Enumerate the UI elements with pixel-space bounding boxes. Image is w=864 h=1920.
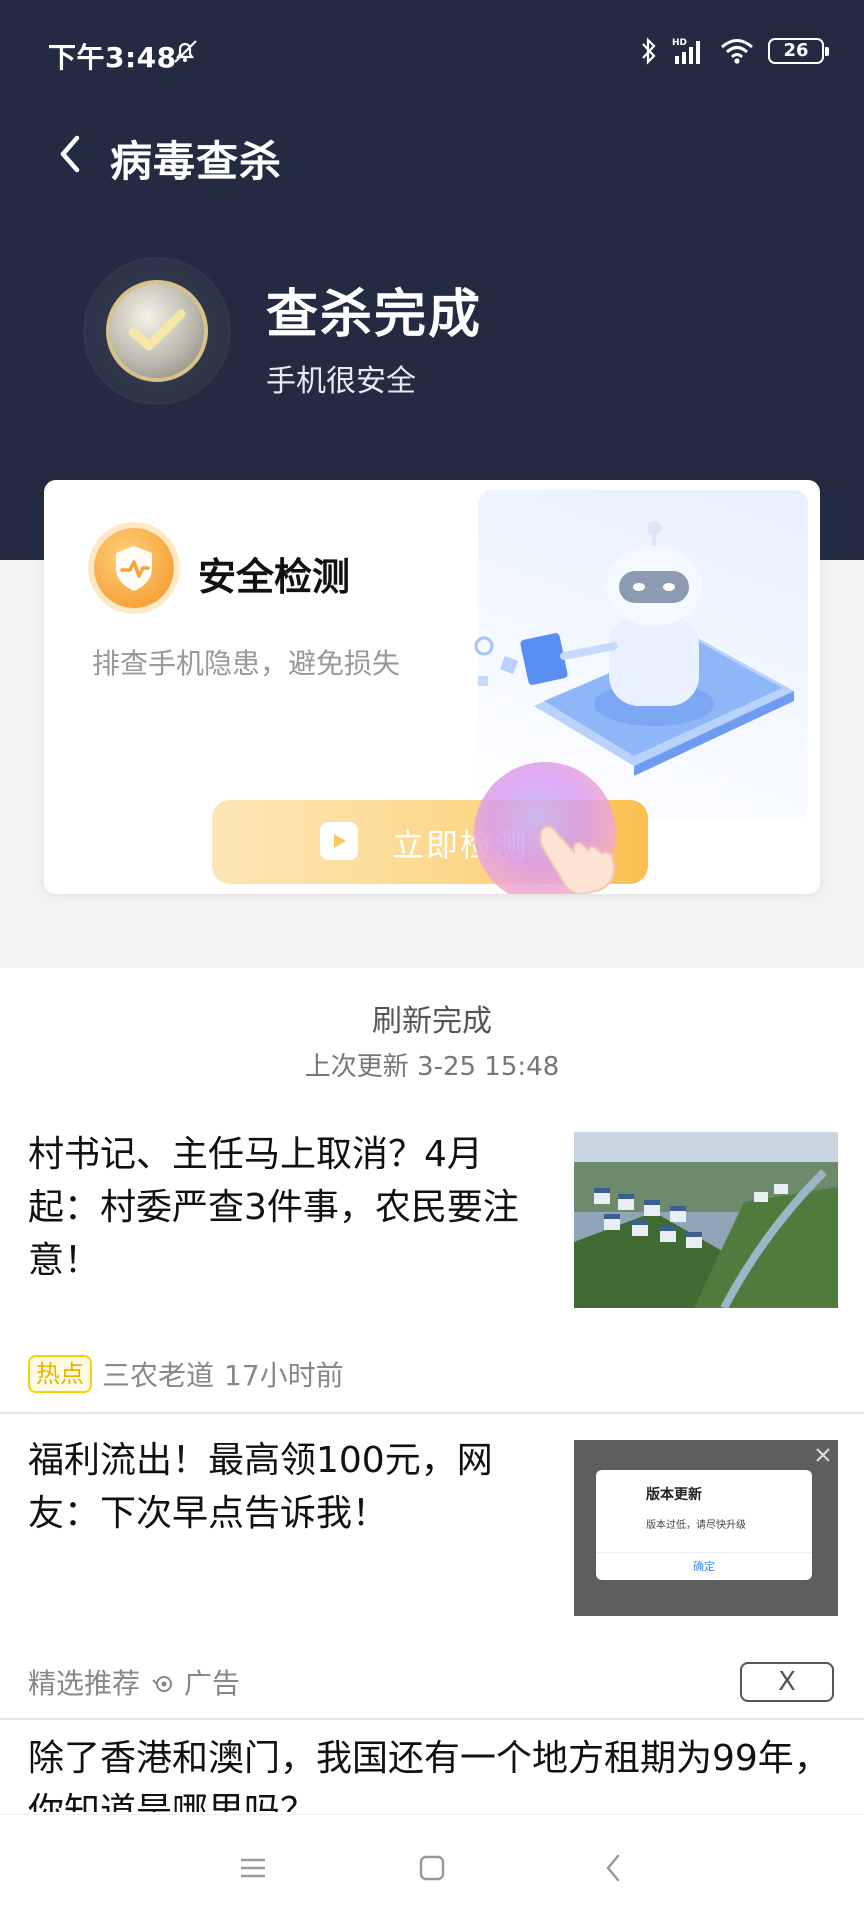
back-nav-button[interactable] bbox=[588, 1843, 638, 1893]
menu-button[interactable] bbox=[228, 1843, 278, 1893]
divider bbox=[0, 1412, 864, 1414]
page-title: 病毒查杀 bbox=[110, 137, 283, 186]
card-title: 安全检测 bbox=[198, 555, 351, 599]
article-source: 三农老道 bbox=[102, 1359, 215, 1392]
dialog-title: 版本更新 bbox=[646, 1487, 702, 1503]
refresh-title: 刷新完成 bbox=[372, 1004, 492, 1039]
article-title-2[interactable]: 福利流出！最高领100元，网友：下次早点告诉我！ bbox=[28, 1434, 548, 1540]
news-feed: 刷新完成 上次更新 3-25 15:48 村书记、主任马上取消？4月起：村委严查… bbox=[0, 968, 864, 1814]
back-button[interactable] bbox=[42, 126, 98, 182]
shield-icon bbox=[94, 528, 174, 608]
menu-icon bbox=[241, 1858, 265, 1878]
dialog-confirm: 确定 bbox=[693, 1560, 715, 1573]
close-icon bbox=[816, 1448, 830, 1462]
ad-close-button[interactable]: X bbox=[740, 1662, 834, 1702]
battery-icon: 26 bbox=[768, 38, 829, 64]
ad-label: 广告 bbox=[184, 1667, 241, 1700]
divider bbox=[0, 1718, 864, 1720]
svg-text:HD: HD bbox=[672, 38, 687, 48]
ad-info-icon bbox=[152, 1676, 173, 1692]
article-title-1[interactable]: 村书记、主任马上取消？4月起：村委严查3件事，农民要注意！ bbox=[28, 1128, 548, 1287]
refresh-time: 上次更新 3-25 15:48 bbox=[304, 1052, 560, 1082]
refresh-status: 刷新完成 上次更新 3-25 15:48 bbox=[0, 996, 864, 1083]
mute-icon bbox=[174, 40, 197, 63]
chevron-left-icon bbox=[60, 135, 80, 173]
article-title-3[interactable]: 除了香港和澳门，我国还有一个地方租期为99年，你知道是哪里吗？ bbox=[28, 1732, 838, 1812]
home-icon bbox=[419, 1855, 445, 1881]
header-area: 下午3:48 HD 26 病毒查杀 查杀完成 手机很安全 bbox=[0, 0, 864, 560]
bluetooth-icon bbox=[642, 37, 656, 65]
article-thumbnail-2[interactable]: 版本更新 版本过低，请尽快升级 确定 bbox=[574, 1440, 838, 1616]
security-check-card[interactable]: 安全检测 排查手机隐患，避免损失 立即检测 bbox=[44, 480, 820, 894]
system-nav-bar bbox=[0, 1814, 864, 1920]
play-icon bbox=[320, 822, 358, 860]
checkmark-icon bbox=[128, 309, 186, 351]
status-bar: 下午3:48 HD 26 bbox=[0, 0, 864, 106]
article-thumbnail-1[interactable] bbox=[574, 1132, 838, 1308]
hand-pointer-icon bbox=[539, 826, 616, 894]
card-description: 排查手机隐患，避免损失 bbox=[92, 647, 401, 680]
home-button[interactable] bbox=[407, 1843, 457, 1893]
scan-result: 查杀完成 手机很安全 bbox=[86, 260, 686, 410]
result-title: 查杀完成 bbox=[266, 285, 483, 345]
dialog-text: 版本过低，请尽快升级 bbox=[646, 1520, 746, 1531]
nav-bar: 病毒查杀 bbox=[0, 106, 864, 216]
back-icon bbox=[606, 1854, 620, 1882]
ad-source-label: 精选推荐 bbox=[28, 1667, 141, 1700]
result-subtitle: 手机很安全 bbox=[266, 364, 416, 399]
wifi-icon bbox=[721, 39, 753, 64]
article-meta-1: 热点 三农老道 17小时前 bbox=[28, 1354, 344, 1394]
hd-signal-icon: HD bbox=[672, 38, 700, 64]
ad-meta: 精选推荐 广告 bbox=[28, 1662, 240, 1702]
update-dialog: 版本更新 版本过低，请尽快升级 确定 bbox=[596, 1470, 812, 1580]
system-icons: HD 26 bbox=[640, 34, 829, 68]
page: 下午3:48 HD 26 病毒查杀 查杀完成 手机很安全 安全检测 排查手机隐患… bbox=[0, 0, 864, 1920]
article-time: 17小时前 bbox=[224, 1359, 344, 1392]
status-time: 下午3:48 bbox=[48, 41, 177, 74]
safe-badge-icon bbox=[86, 260, 228, 402]
hot-badge: 热点 bbox=[28, 1355, 92, 1393]
robot-illustration bbox=[474, 521, 794, 776]
